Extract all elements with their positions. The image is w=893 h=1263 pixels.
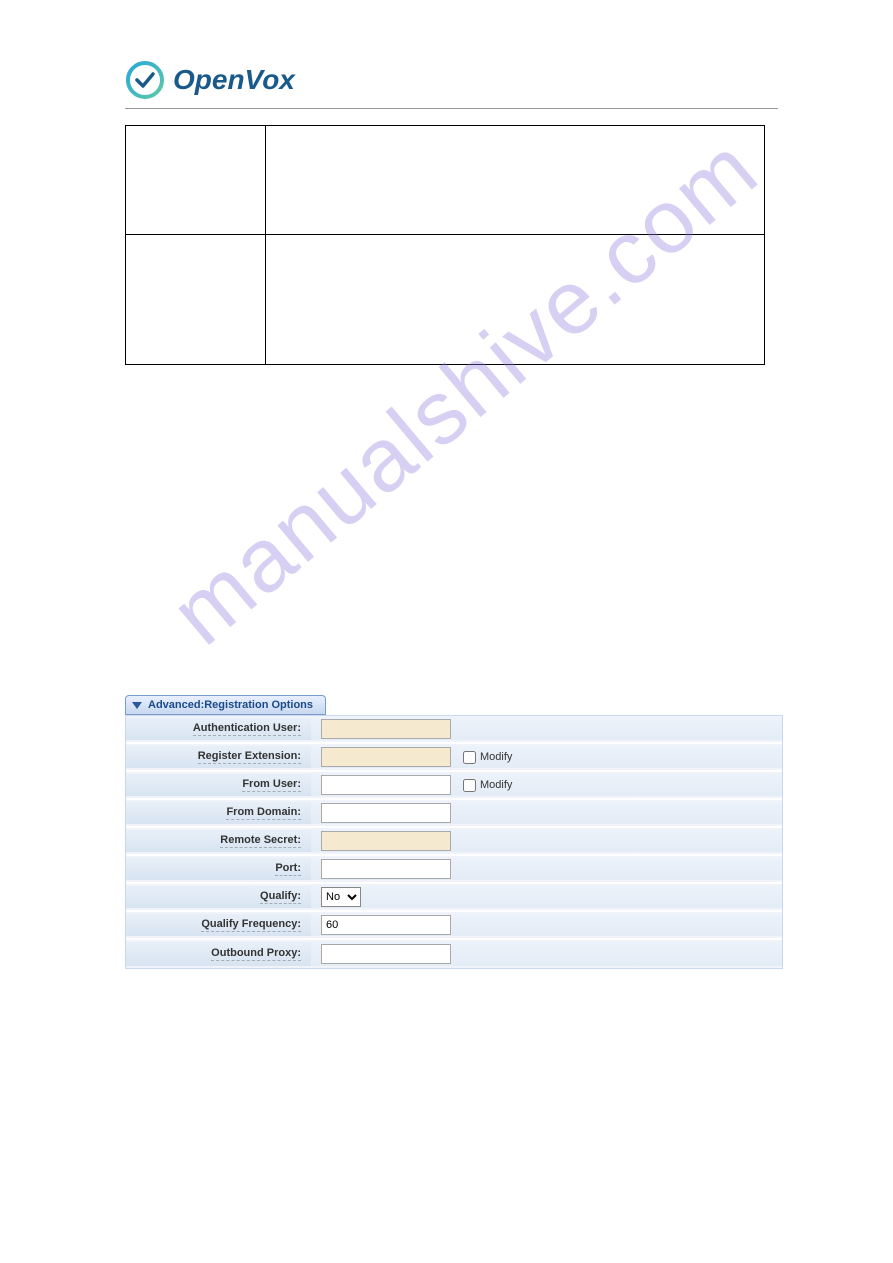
figure-caption: Figure 4-10 Advanced: Registration Optio… <box>0 665 893 681</box>
form-label: Outbound Proxy: <box>126 942 311 966</box>
form-row-auth-user: Authentication User: <box>126 716 782 744</box>
table-row: Transport This sets the allowed transpor… <box>126 126 765 235</box>
modify-label: Modify <box>480 779 512 791</box>
port-input[interactable] <box>321 859 451 879</box>
modify-label: Modify <box>480 751 512 763</box>
chevron-down-icon <box>132 702 142 709</box>
form-control <box>311 802 782 824</box>
form-control <box>311 858 782 880</box>
openvox-icon <box>125 60 165 100</box>
form-control <box>311 718 782 740</box>
form-label: From Domain: <box>126 802 311 824</box>
form-row-from-domain: From Domain: <box>126 800 782 828</box>
form-row-qualify: Qualify: No Yes <box>126 884 782 912</box>
qualify-select[interactable]: No Yes <box>321 887 361 907</box>
qualify-frequency-input[interactable] <box>321 915 451 935</box>
definition-table: Transport This sets the allowed transpor… <box>125 125 765 365</box>
from-domain-input[interactable] <box>321 803 451 823</box>
form-row-register-ext: Register Extension: Modify <box>126 744 782 772</box>
form-control <box>311 942 782 966</box>
section-header-tab[interactable]: Advanced:Registration Options <box>125 695 326 715</box>
form-label: Port: <box>126 858 311 880</box>
definition-description: This sets the allowed transport settings… <box>266 126 765 235</box>
form-label: Remote Secret: <box>126 830 311 852</box>
form-control: Modify <box>311 746 782 768</box>
form-row-remote-secret: Remote Secret: <box>126 828 782 856</box>
modify-checkbox-wrap[interactable]: Modify <box>463 751 512 764</box>
form-label: Qualify Frequency: <box>126 914 311 936</box>
table-row: NAT Mode Address NAT-related issues in i… <box>126 235 765 365</box>
outbound-proxy-input[interactable] <box>321 944 451 964</box>
form-control: No Yes <box>311 886 782 908</box>
modify-checkbox[interactable] <box>463 751 476 764</box>
form-body: Authentication User: Register Extension:… <box>125 715 783 969</box>
auth-user-input[interactable] <box>321 719 451 739</box>
form-row-outbound-proxy: Outbound Proxy: <box>126 940 782 968</box>
form-control: Modify <box>311 774 782 796</box>
from-user-input[interactable] <box>321 775 451 795</box>
register-extension-input[interactable] <box>321 747 451 767</box>
form-label: Register Extension: <box>126 746 311 768</box>
registration-options-section: Advanced:Registration Options Authentica… <box>125 695 783 969</box>
modify-checkbox-wrap[interactable]: Modify <box>463 779 512 792</box>
form-label: Qualify: <box>126 886 311 908</box>
remote-secret-input[interactable] <box>321 831 451 851</box>
definition-label: Transport <box>126 126 266 235</box>
page-header: OpenVox <box>125 60 778 109</box>
modify-checkbox[interactable] <box>463 779 476 792</box>
brand-name: OpenVox <box>173 64 295 96</box>
form-label: From User: <box>126 774 311 796</box>
form-row-port: Port: <box>126 856 782 884</box>
form-control <box>311 914 782 936</box>
form-label: Authentication User: <box>126 718 311 740</box>
brand-logo: OpenVox <box>125 60 295 100</box>
section-title: Advanced:Registration Options <box>148 699 313 711</box>
definition-label: NAT Mode <box>126 235 266 365</box>
form-row-qualify-freq: Qualify Frequency: <box>126 912 782 940</box>
form-row-from-user: From User: Modify <box>126 772 782 800</box>
form-control <box>311 830 782 852</box>
definition-description: Address NAT-related issues in incoming S… <box>266 235 765 365</box>
